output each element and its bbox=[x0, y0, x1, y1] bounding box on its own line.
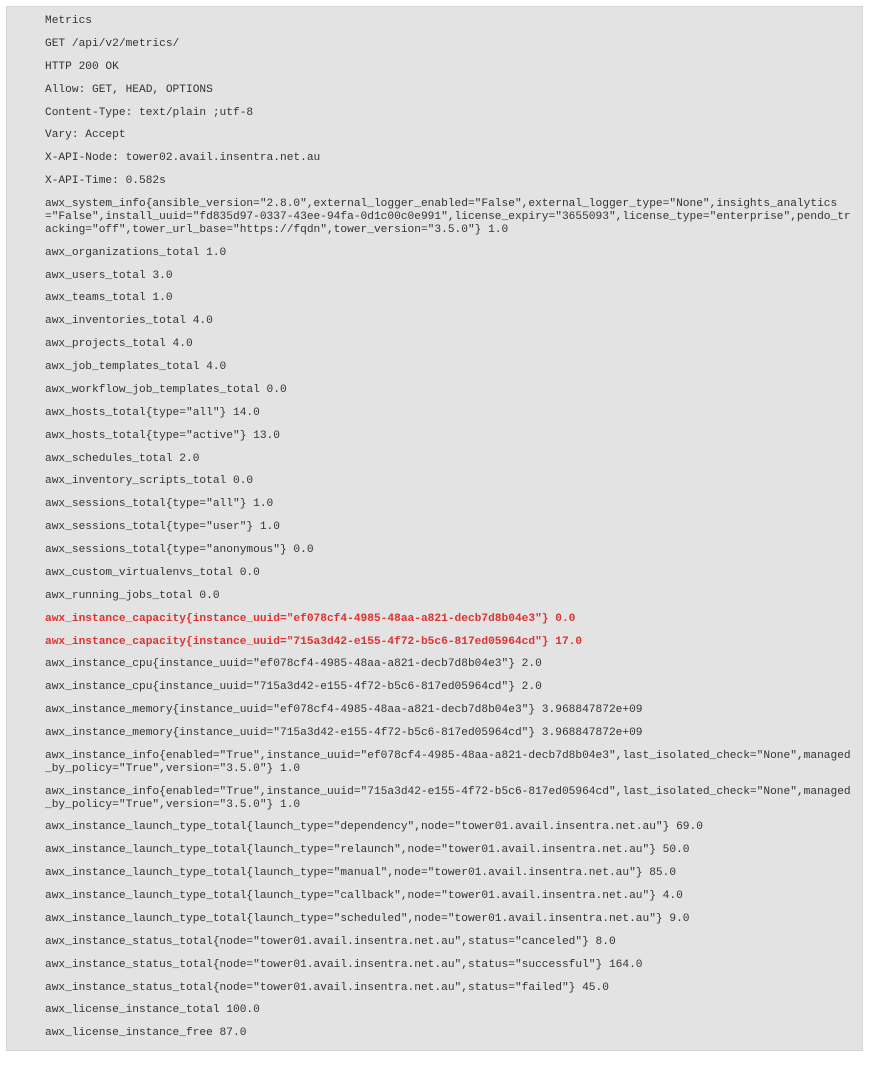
metrics-line: awx_instance_info{enabled="True",instanc… bbox=[45, 786, 852, 812]
metrics-line: awx_instance_memory{instance_uuid="ef078… bbox=[45, 704, 852, 717]
metrics-line: GET /api/v2/metrics/ bbox=[45, 38, 852, 51]
metrics-line: awx_instance_memory{instance_uuid="715a3… bbox=[45, 727, 852, 740]
metrics-line: awx_instance_cpu{instance_uuid="ef078cf4… bbox=[45, 658, 852, 671]
metrics-line: awx_users_total 3.0 bbox=[45, 270, 852, 283]
metrics-line: X-API-Time: 0.582s bbox=[45, 175, 852, 188]
metrics-line: Vary: Accept bbox=[45, 129, 852, 142]
metrics-line: awx_instance_launch_type_total{launch_ty… bbox=[45, 890, 852, 903]
metrics-line: awx_running_jobs_total 0.0 bbox=[45, 590, 852, 603]
metrics-line: awx_teams_total 1.0 bbox=[45, 292, 852, 305]
metrics-line: awx_hosts_total{type="all"} 14.0 bbox=[45, 407, 852, 420]
metrics-line: awx_instance_launch_type_total{launch_ty… bbox=[45, 844, 852, 857]
metrics-line: awx_projects_total 4.0 bbox=[45, 338, 852, 351]
metrics-line: awx_hosts_total{type="active"} 13.0 bbox=[45, 430, 852, 443]
metrics-line: X-API-Node: tower02.avail.insentra.net.a… bbox=[45, 152, 852, 165]
metrics-line: awx_instance_launch_type_total{launch_ty… bbox=[45, 913, 852, 926]
metrics-line: HTTP 200 OK bbox=[45, 61, 852, 74]
metrics-line: awx_license_instance_free 87.0 bbox=[45, 1027, 852, 1040]
metrics-line: awx_organizations_total 1.0 bbox=[45, 247, 852, 260]
metrics-line: awx_instance_launch_type_total{launch_ty… bbox=[45, 821, 852, 834]
metrics-line: Metrics bbox=[45, 15, 852, 28]
metrics-line: Content-Type: text/plain ;utf-8 bbox=[45, 107, 852, 120]
metrics-line: awx_license_instance_total 100.0 bbox=[45, 1004, 852, 1017]
metrics-line: awx_instance_info{enabled="True",instanc… bbox=[45, 750, 852, 776]
metrics-line: Allow: GET, HEAD, OPTIONS bbox=[45, 84, 852, 97]
metrics-line: awx_sessions_total{type="anonymous"} 0.0 bbox=[45, 544, 852, 557]
metrics-line: awx_inventories_total 4.0 bbox=[45, 315, 852, 328]
metrics-line: awx_instance_capacity{instance_uuid="ef0… bbox=[45, 613, 852, 626]
metrics-line: awx_instance_cpu{instance_uuid="715a3d42… bbox=[45, 681, 852, 694]
metrics-line: awx_sessions_total{type="all"} 1.0 bbox=[45, 498, 852, 511]
metrics-line: awx_instance_status_total{node="tower01.… bbox=[45, 936, 852, 949]
metrics-line: awx_workflow_job_templates_total 0.0 bbox=[45, 384, 852, 397]
metrics-line: awx_instance_status_total{node="tower01.… bbox=[45, 982, 852, 995]
metrics-line: awx_instance_capacity{instance_uuid="715… bbox=[45, 636, 852, 649]
metrics-line: awx_sessions_total{type="user"} 1.0 bbox=[45, 521, 852, 534]
metrics-line: awx_instance_launch_type_total{launch_ty… bbox=[45, 867, 852, 880]
metrics-line: awx_system_info{ansible_version="2.8.0",… bbox=[45, 198, 852, 237]
metrics-line: awx_inventory_scripts_total 0.0 bbox=[45, 475, 852, 488]
metrics-line: awx_instance_status_total{node="tower01.… bbox=[45, 959, 852, 972]
metrics-output-block: Metrics GET /api/v2/metrics/HTTP 200 OK Al… bbox=[6, 6, 863, 1051]
metrics-line: awx_custom_virtualenvs_total 0.0 bbox=[45, 567, 852, 580]
metrics-line: awx_job_templates_total 4.0 bbox=[45, 361, 852, 374]
metrics-line: awx_schedules_total 2.0 bbox=[45, 453, 852, 466]
